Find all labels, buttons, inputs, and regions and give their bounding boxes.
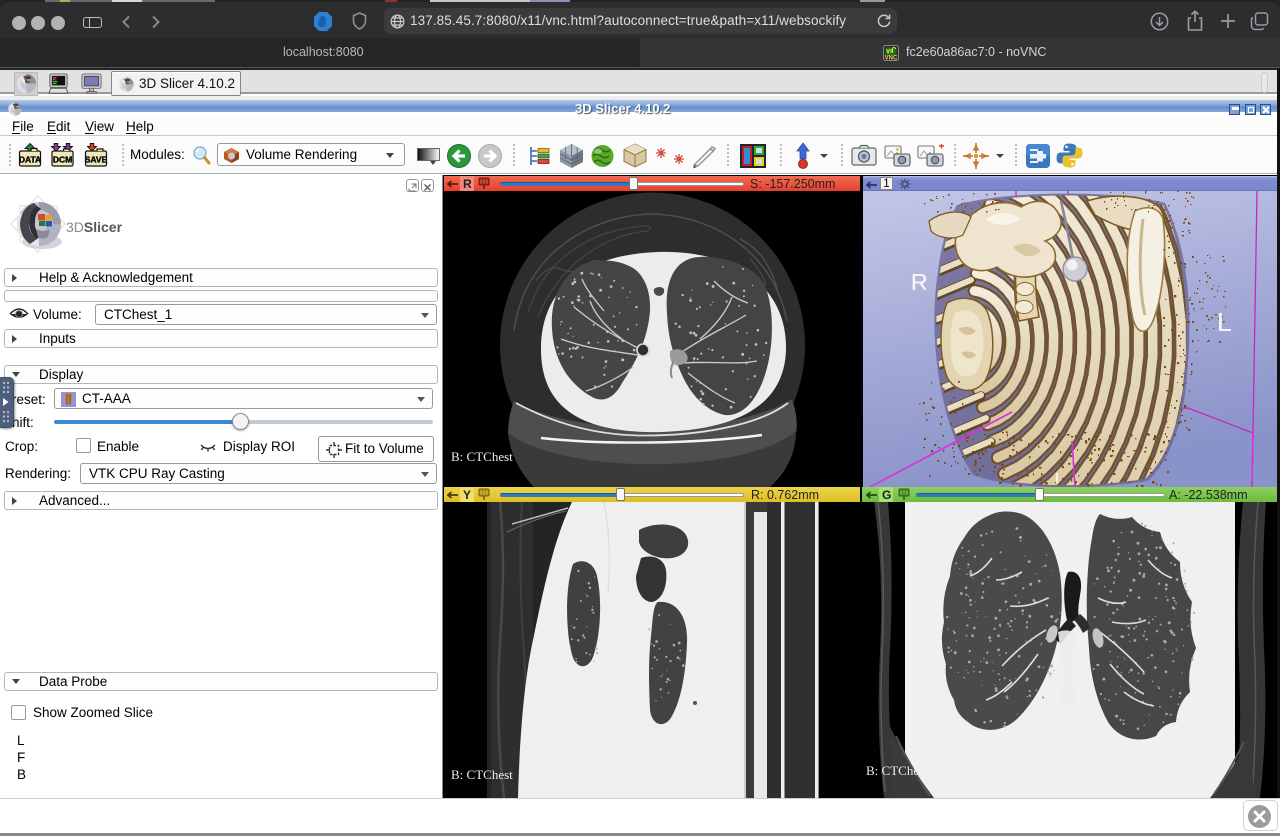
- svg-text:R: R: [911, 269, 928, 295]
- svg-text:B: CTChest: B: CTChest: [866, 763, 928, 778]
- svg-text:I: I: [1055, 470, 1059, 487]
- svg-text:VNC: VNC: [885, 55, 898, 61]
- svg-text:B: CTChest: B: CTChest: [451, 449, 513, 464]
- svg-text:L: L: [1217, 307, 1231, 337]
- svg-text:DATA: DATA: [19, 155, 41, 165]
- svg-text:SAVE: SAVE: [85, 155, 108, 165]
- svg-text:B: CTChest: B: CTChest: [451, 767, 513, 782]
- svg-text:DCM: DCM: [53, 155, 72, 165]
